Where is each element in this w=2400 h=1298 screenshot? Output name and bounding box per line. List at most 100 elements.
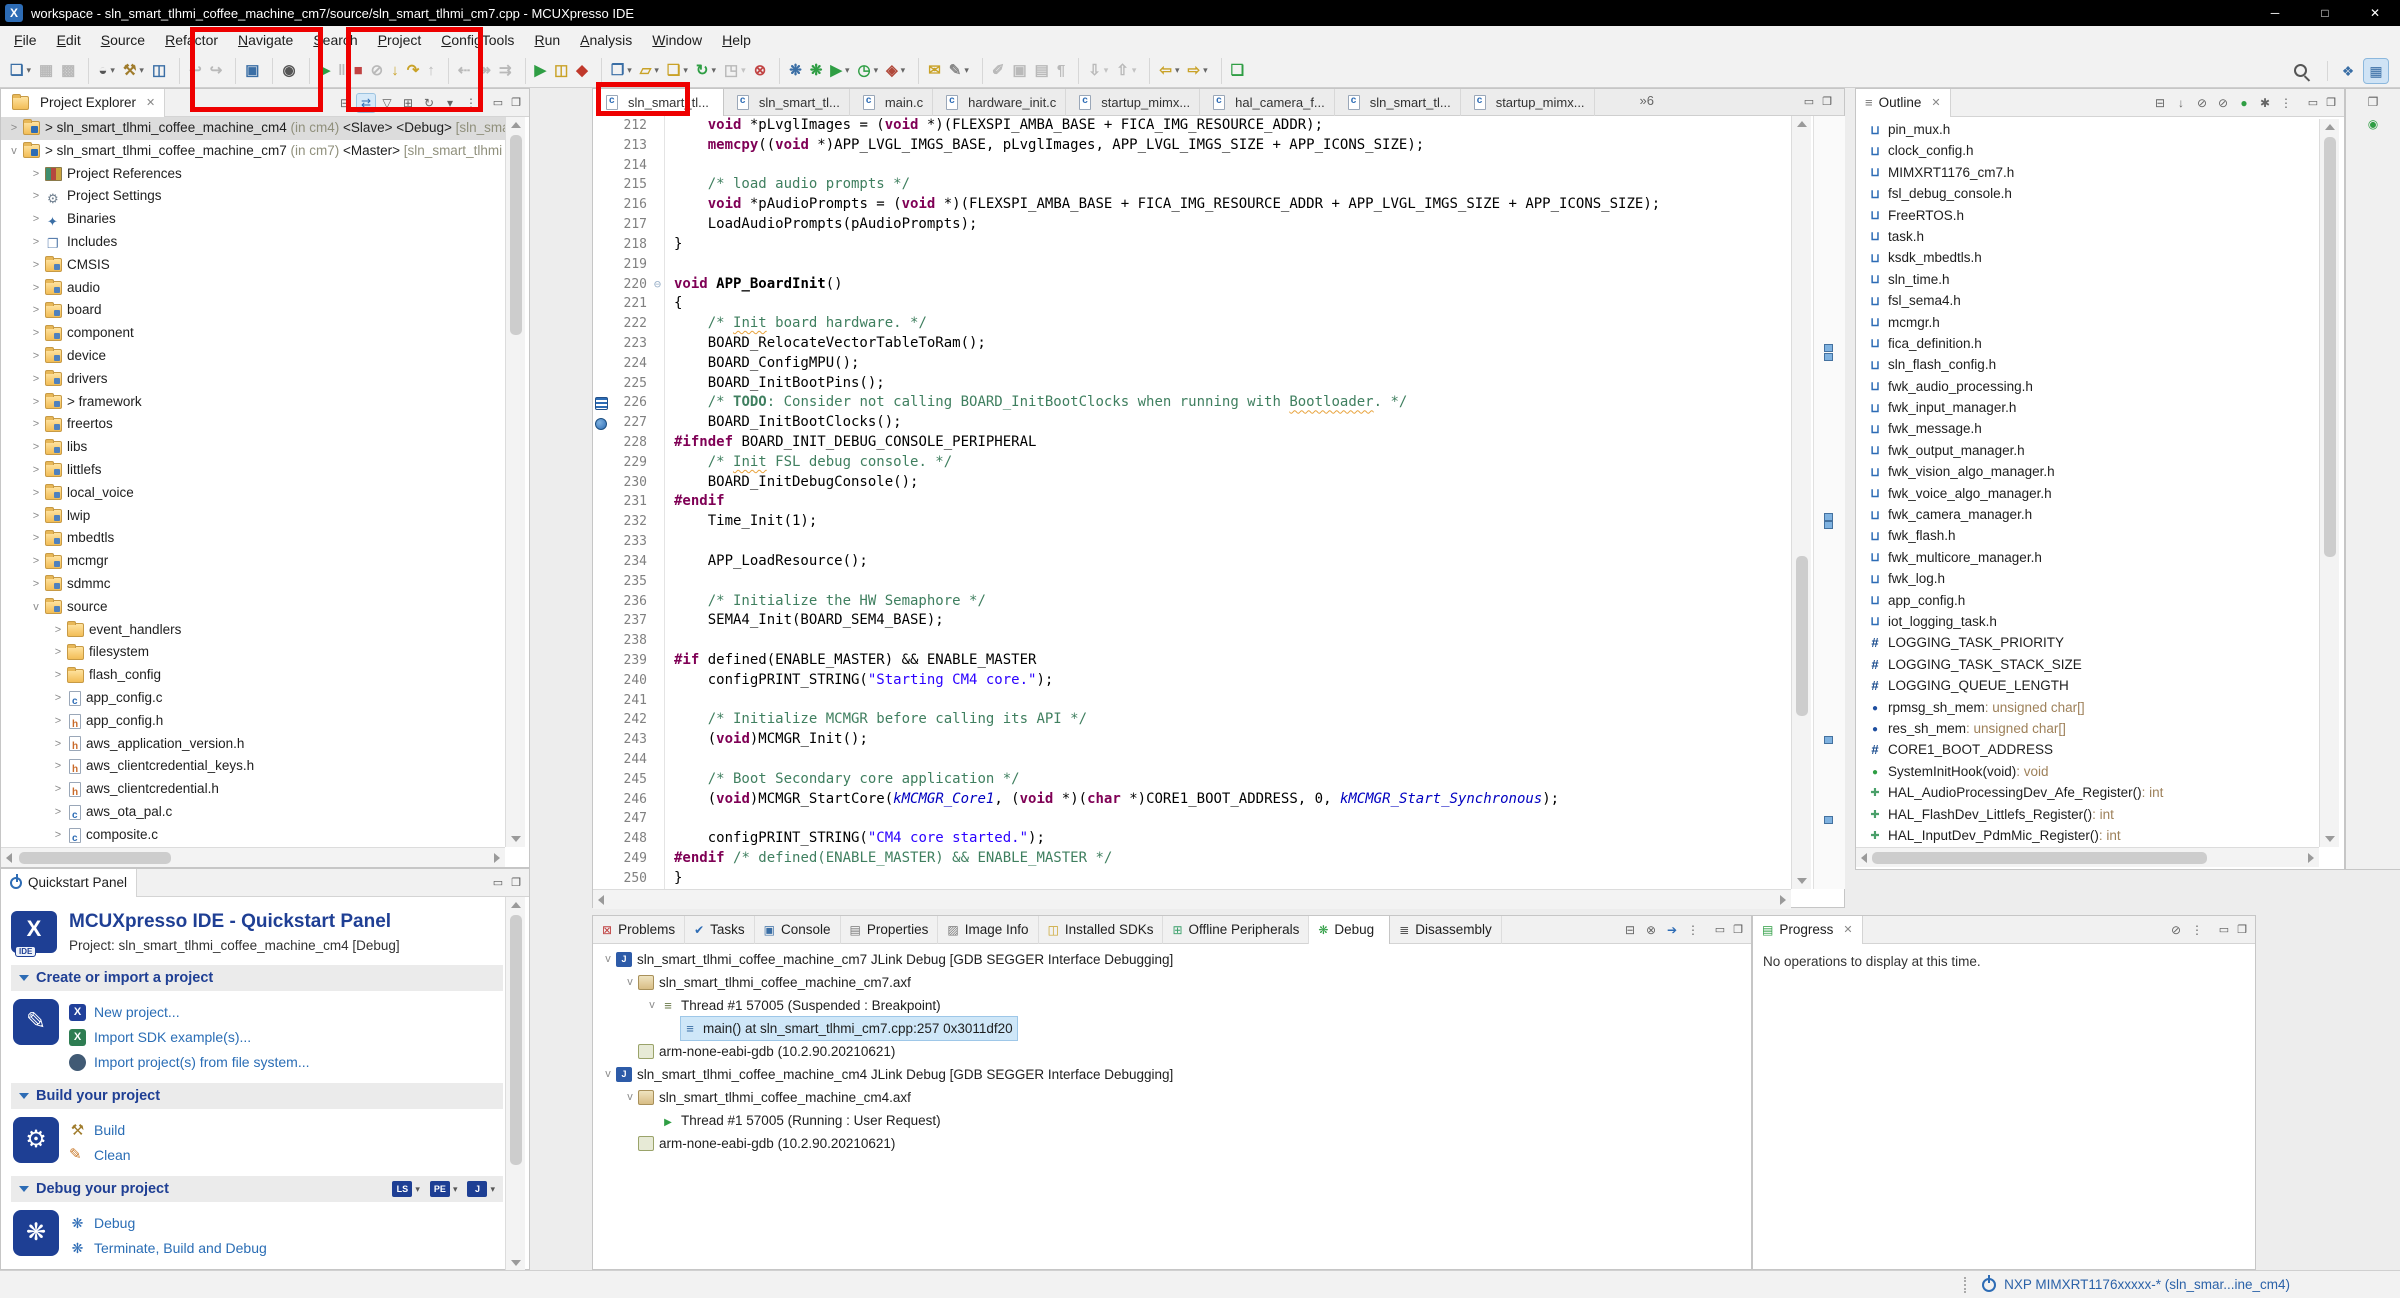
gutter-marker[interactable] [593,631,609,651]
toolbar-icon[interactable]: ◫ [551,58,571,84]
menu-item[interactable]: Window [642,26,712,54]
toolbar-icon[interactable]: ▱ [637,58,662,84]
restore-view-icon[interactable]: ❐ [2346,93,2400,111]
view-toolbar-icon[interactable]: ⊘ [2214,94,2232,112]
outline-item[interactable]: fsl_sema4.h [1856,290,2319,311]
fold-marker[interactable] [651,314,665,334]
tree-twistie[interactable]: > [29,208,43,231]
section-collapse-icon[interactable] [19,975,29,981]
toolbar-icon[interactable]: ❏ [664,58,691,84]
tree-twistie[interactable]: > [29,550,43,573]
tree-twistie[interactable]: > [51,687,65,710]
gutter-marker[interactable] [593,770,609,790]
outline-item[interactable]: rpmsg_sh_mem : unsigned char[] [1856,697,2319,718]
fold-marker[interactable] [651,572,665,592]
occurrence-marker[interactable] [1824,521,1833,529]
tree-twistie[interactable]: > [29,391,43,414]
fold-marker[interactable] [651,710,665,730]
tab-outline[interactable]: ≡ Outline ✕ [1856,89,1951,117]
outline-item[interactable]: MIMXRT1176_cm7.h [1856,162,2319,183]
toolbar-icon[interactable]: ❏ [1221,58,1247,84]
tab-quickstart-panel[interactable]: Quickstart Panel [1,869,137,897]
toolbar-icon[interactable]: ✉ [918,58,944,84]
tree-twistie[interactable]: v [601,948,615,971]
fold-marker[interactable] [651,393,665,413]
code-line[interactable]: 216 void *pAudioPrompts = (void *)(FLEXS… [593,195,1791,215]
code-line[interactable]: 214 [593,156,1791,176]
toolbar-icon[interactable]: ❐ [601,58,635,84]
toolbar-icon[interactable]: ▦ [36,58,56,84]
fold-marker[interactable] [651,671,665,691]
gutter-marker[interactable] [593,750,609,770]
quickstart-action[interactable]: ✎ Clean [69,1144,131,1166]
tree-row[interactable]: > composite.c [1,824,505,847]
gutter-marker[interactable] [593,215,609,235]
code-line[interactable]: 230 BOARD_InitDebugConsole(); [593,473,1791,493]
view-toolbar-icon[interactable]: ➔ [1663,921,1681,939]
bottom-view-tab[interactable]: ⊠ Problems [593,916,685,944]
quickstart-vscrollbar[interactable] [505,897,525,1271]
section-collapse-icon[interactable] [19,1186,29,1192]
code-line[interactable]: 244 [593,750,1791,770]
fold-marker[interactable] [651,215,665,235]
probe-selector[interactable]: LS [392,1181,420,1197]
tree-twistie[interactable]: > [29,254,43,277]
debug-tree-row[interactable]: v sln_smart_tlhmi_coffee_machine_cm7.axf [593,971,1751,994]
minimize-view-icon[interactable]: ▭ [490,876,506,889]
probe-selector[interactable]: J [467,1181,495,1197]
outline-item[interactable]: mcmgr.h [1856,312,2319,333]
code-line[interactable]: 235 [593,572,1791,592]
fold-marker[interactable] [651,175,665,195]
probe-selector[interactable]: PE [430,1181,458,1197]
tree-twistie[interactable]: > [51,755,65,778]
quickstart-action[interactable]: Import project(s) from file system... [69,1051,309,1073]
fold-marker[interactable] [651,492,665,512]
menu-item[interactable]: Edit [47,26,91,54]
toolbar-icon[interactable]: ◳ [721,58,749,84]
tree-row[interactable]: > flash_config [1,664,505,687]
gutter-marker[interactable] [593,592,609,612]
tree-row[interactable]: > app_config.c [1,687,505,710]
outline-item[interactable]: fica_definition.h [1856,333,2319,354]
fold-marker[interactable] [651,433,665,453]
menu-item[interactable]: File [4,26,47,54]
outline-item[interactable]: LOGGING_TASK_STACK_SIZE [1856,654,2319,675]
gutter-marker[interactable] [593,492,609,512]
bottom-view-tab[interactable]: ✔ Tasks [685,916,755,944]
maximize-view-icon[interactable]: ❐ [1819,95,1835,108]
overview-ruler[interactable] [1813,116,1845,889]
outline-item[interactable]: fwk_input_manager.h [1856,397,2319,418]
code-line[interactable]: 229 /* Init FSL debug console. */ [593,453,1791,473]
code-line[interactable]: 248 configPRINT_STRING("CM4 core started… [593,829,1791,849]
code-line[interactable]: 249 #endif /* defined(ENABLE_MASTER) && … [593,849,1791,869]
bottom-view-tab[interactable]: ▤ Properties [841,916,939,944]
view-toolbar-icon[interactable]: ✱ [2256,94,2274,112]
view-toolbar-icon[interactable]: ⊘ [2167,921,2185,939]
section-header[interactable]: Build your project [11,1083,503,1109]
code-line[interactable]: 225 BOARD_InitBootPins(); [593,374,1791,394]
outline-item[interactable]: fwk_output_manager.h [1856,440,2319,461]
tree-twistie[interactable]: > [29,368,43,391]
outline-item[interactable]: fwk_camera_manager.h [1856,504,2319,525]
tree-row[interactable]: > > sln_smart_tlhmi_coffee_machine_cm4 (… [1,117,505,140]
toolbar-icon[interactable]: ⚒ [120,58,147,84]
editor-tab[interactable]: startup_mimx... [1461,89,1595,116]
gutter-marker[interactable] [593,572,609,592]
quickstart-action[interactable]: X New project... [69,1001,309,1023]
tree-twistie[interactable]: > [29,299,43,322]
outline-item[interactable]: LOGGING_QUEUE_LENGTH [1856,675,2319,696]
tree-row[interactable]: > aws_application_version.h [1,733,505,756]
toolbar-icon[interactable]: ⇦ [1149,58,1182,84]
tree-row[interactable]: > > framework [1,391,505,414]
fold-marker[interactable] [651,611,665,631]
progress-view-icon[interactable]: ◉ [2346,115,2400,133]
tree-twistie[interactable]: v [623,971,637,994]
tree-row[interactable]: > mbedtls [1,527,505,550]
outline-item[interactable]: fwk_log.h [1856,568,2319,589]
close-icon[interactable]: ✕ [1931,96,1940,109]
outline-item[interactable]: pin_mux.h [1856,119,2319,140]
fold-marker[interactable] [651,849,665,869]
tree-row[interactable]: > local_voice [1,482,505,505]
gutter-marker[interactable] [593,136,609,156]
tree-row[interactable]: > libs [1,436,505,459]
